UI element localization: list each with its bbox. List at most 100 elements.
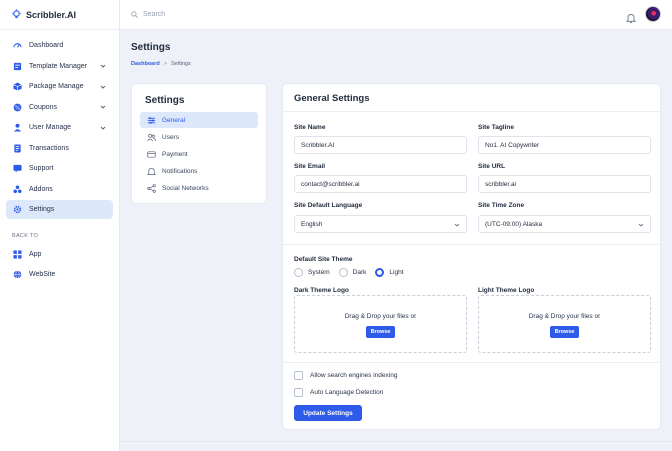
settings-tab-label: Social Networks xyxy=(162,184,209,192)
sidebar-item-website[interactable]: WebSite xyxy=(6,265,113,284)
settings-menu-title: Settings xyxy=(145,95,185,106)
site-name-input[interactable] xyxy=(301,141,466,149)
sidebar-item-transactions[interactable]: Transactions xyxy=(6,139,113,158)
search-placeholder: Search xyxy=(143,11,166,18)
time-zone-select[interactable]: (UTC-09:00) Alaska xyxy=(478,215,651,233)
sidebar-item-package-manage[interactable]: Package Manage xyxy=(6,77,113,96)
site-name-label: Site Name xyxy=(294,124,326,131)
theme-label: Default Site Theme xyxy=(294,256,353,263)
brand-name: Scribbler.AI xyxy=(26,9,77,20)
package-icon xyxy=(13,82,22,91)
site-tagline-input[interactable] xyxy=(485,141,650,149)
site-email-field[interactable] xyxy=(294,175,467,193)
sidebar-item-support[interactable]: Support xyxy=(6,159,113,178)
site-url-input[interactable] xyxy=(485,180,650,188)
search-input[interactable]: Search xyxy=(131,11,165,18)
sidebar-item-settings[interactable]: Settings xyxy=(6,200,113,219)
site-url-label: Site URL xyxy=(478,163,506,170)
sidebar-item-app[interactable]: App xyxy=(6,245,113,264)
breadcrumb: Dashboard > Settings xyxy=(131,61,191,67)
chevron-down-icon xyxy=(100,125,106,131)
sidebar-item-label: Package Manage xyxy=(29,83,84,90)
update-settings-button[interactable]: Update Settings xyxy=(294,405,362,421)
site-tagline-label: Site Tagline xyxy=(478,124,514,131)
template-icon xyxy=(13,62,22,71)
light-logo-dropzone[interactable]: Drag & Drop your files or Browse xyxy=(478,295,651,353)
chevron-down-icon xyxy=(100,63,106,69)
page-title: Settings xyxy=(131,42,171,53)
theme-option-label: Dark xyxy=(352,269,367,276)
allow-indexing-checkbox[interactable] xyxy=(294,371,303,380)
settings-tab-social-networks[interactable]: Social Networks xyxy=(140,180,258,196)
time-zone-value: (UTC-09:00) Alaska xyxy=(485,220,543,228)
sidebar: Scribbler.AI Dashboard Template Manager … xyxy=(0,0,120,451)
settings-tab-notifications[interactable]: Notifications xyxy=(140,163,258,179)
globe-icon xyxy=(13,270,22,279)
notification-icon xyxy=(147,167,156,176)
breadcrumb-separator: > xyxy=(163,61,167,67)
settings-tab-label: Payment xyxy=(162,150,188,158)
sidebar-item-coupons[interactable]: % Coupons xyxy=(6,98,113,117)
addons-icon xyxy=(13,184,22,194)
coupon-icon: % xyxy=(13,103,22,112)
section-divider xyxy=(283,362,662,363)
site-email-label: Site Email xyxy=(294,163,326,170)
site-url-field[interactable] xyxy=(478,175,651,193)
dark-logo-dropzone[interactable]: Drag & Drop your files or Browse xyxy=(294,295,467,353)
sidebar-item-label: Addons xyxy=(29,185,53,193)
radio-light[interactable] xyxy=(375,268,385,277)
auto-language-option[interactable]: Auto Language Detection xyxy=(294,388,383,397)
site-name-field[interactable] xyxy=(294,136,467,154)
sidebar-item-label: App xyxy=(29,250,42,258)
theme-option-system[interactable]: System xyxy=(294,268,330,277)
theme-option-dark[interactable]: Dark xyxy=(338,268,367,277)
light-logo-browse-button[interactable]: Browse xyxy=(549,326,580,338)
users-icon xyxy=(147,133,156,142)
sidebar-item-user-manage[interactable]: User Manage xyxy=(6,118,113,137)
bell-icon[interactable] xyxy=(625,10,637,23)
user-icon xyxy=(13,123,22,132)
lightbulb-icon xyxy=(11,9,22,20)
share-icon xyxy=(147,183,156,193)
allow-indexing-label: Allow search engines indexing xyxy=(310,372,398,379)
default-language-select[interactable]: English xyxy=(294,215,467,233)
site-tagline-field[interactable] xyxy=(478,136,651,154)
sidebar-item-addons[interactable]: Addons xyxy=(6,180,113,199)
brand[interactable]: Scribbler.AI xyxy=(0,0,119,30)
general-settings-card: General Settings Site Name Site Tagline … xyxy=(282,83,662,430)
settings-tab-general[interactable]: General xyxy=(140,112,258,128)
app-grid-icon xyxy=(13,249,22,259)
settings-tab-payment[interactable]: Payment xyxy=(140,146,258,162)
light-logo-label: Light Theme Logo xyxy=(478,287,535,294)
settings-tab-users[interactable]: Users xyxy=(140,129,258,145)
footer-divider xyxy=(120,441,672,442)
general-settings-title: General Settings xyxy=(283,84,660,112)
sidebar-nav: Dashboard Template Manager Package Manag… xyxy=(0,30,119,219)
theme-option-light[interactable]: Light xyxy=(375,268,404,277)
time-zone-label: Site Time Zone xyxy=(478,202,525,209)
default-language-value: English xyxy=(301,220,323,228)
dropzone-text: Drag & Drop your files or xyxy=(344,313,417,320)
radio-dark[interactable] xyxy=(338,268,348,277)
auto-language-label: Auto Language Detection xyxy=(310,389,384,396)
settings-menu-card: Settings General Users Payment Notificat… xyxy=(131,83,267,204)
theme-option-label: System xyxy=(308,269,330,276)
default-language-label: Site Default Language xyxy=(294,202,363,209)
back-to-nav: App WebSite xyxy=(0,245,119,285)
radio-system[interactable] xyxy=(294,268,303,277)
user-avatar[interactable] xyxy=(645,6,661,22)
dark-logo-label: Dark Theme Logo xyxy=(294,287,349,294)
breadcrumb-dashboard-link[interactable]: Dashboard xyxy=(131,61,160,67)
transactions-icon xyxy=(13,143,22,153)
sidebar-item-label: Coupons xyxy=(29,103,58,111)
sidebar-item-dashboard[interactable]: Dashboard xyxy=(6,36,113,55)
allow-indexing-option[interactable]: Allow search engines indexing xyxy=(294,371,397,380)
site-email-input[interactable] xyxy=(301,180,466,188)
sliders-icon xyxy=(147,116,156,125)
dark-logo-browse-button[interactable]: Browse xyxy=(365,326,396,338)
chevron-down-icon xyxy=(454,222,460,228)
payment-icon xyxy=(147,150,156,159)
sidebar-item-template-manager[interactable]: Template Manager xyxy=(6,57,113,76)
auto-language-checkbox[interactable] xyxy=(294,388,303,397)
breadcrumb-current: Settings xyxy=(170,61,191,67)
